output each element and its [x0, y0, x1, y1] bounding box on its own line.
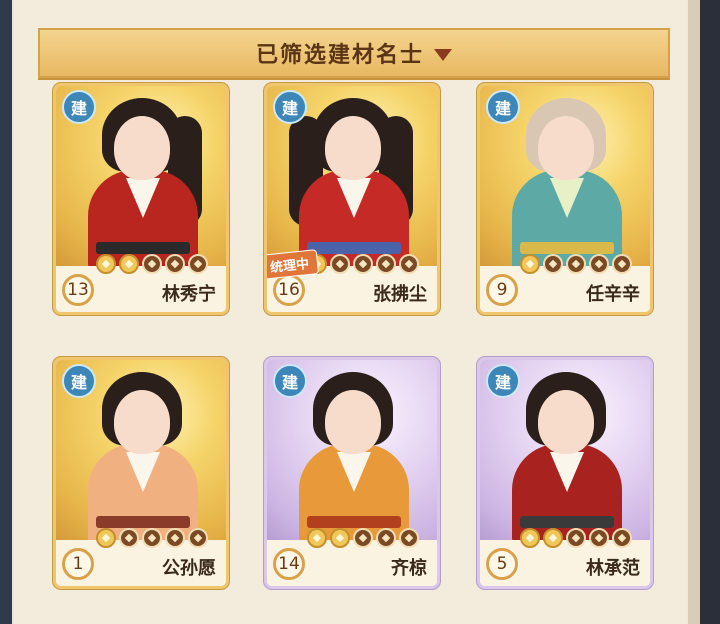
star-icon [142, 528, 162, 548]
character-name: 公孙愿 [162, 558, 216, 579]
star-icon [543, 528, 563, 548]
character-card[interactable]: 建 9 任辛辛 [477, 83, 653, 315]
character-name: 齐椋 [391, 558, 427, 579]
star-icon [165, 528, 185, 548]
header-title: 已筛选建材名士 [255, 43, 424, 68]
star-icon [399, 528, 419, 548]
star-rating [520, 254, 632, 274]
level-badge: 14 [273, 548, 305, 580]
star-icon [566, 528, 586, 548]
character-card[interactable]: 建 5 林承范 [477, 357, 653, 589]
star-icon [96, 528, 116, 548]
star-icon [119, 254, 139, 274]
star-icon [520, 254, 540, 274]
star-icon [589, 254, 609, 274]
character-name: 任辛辛 [586, 284, 640, 305]
dropdown-arrow-icon[interactable] [434, 49, 452, 61]
build-badge-icon: 建 [486, 364, 520, 398]
build-badge-icon: 建 [273, 364, 307, 398]
star-icon [119, 528, 139, 548]
level-badge: 1 [62, 548, 94, 580]
star-rating [307, 254, 419, 274]
star-rating [96, 254, 208, 274]
level-badge: 16 [273, 274, 305, 306]
star-icon [188, 528, 208, 548]
character-card[interactable]: 建 13 林秀宁 [53, 83, 229, 315]
filter-header[interactable]: 已筛选建材名士 [38, 28, 670, 78]
build-badge-icon: 建 [486, 90, 520, 124]
build-badge-icon: 建 [273, 90, 307, 124]
star-icon [353, 528, 373, 548]
star-icon [612, 528, 632, 548]
game-screen: 已筛选建材名士 建 13 林秀宁 建 16 张拂尘 统理中 建 9 任辛辛 建 … [0, 0, 720, 624]
build-badge-icon: 建 [62, 90, 96, 124]
level-badge: 5 [486, 548, 518, 580]
character-name: 林秀宁 [162, 284, 216, 305]
character-name: 张拂尘 [373, 284, 427, 305]
star-icon [353, 254, 373, 274]
star-icon [612, 254, 632, 274]
star-icon [142, 254, 162, 274]
level-badge: 9 [486, 274, 518, 306]
level-badge: 13 [62, 274, 94, 306]
star-icon [589, 528, 609, 548]
character-card[interactable]: 建 14 齐椋 [264, 357, 440, 589]
build-badge-icon: 建 [62, 364, 96, 398]
star-icon [399, 254, 419, 274]
character-card[interactable]: 建 16 张拂尘 统理中 [264, 83, 440, 315]
star-icon [307, 528, 327, 548]
star-icon [376, 254, 396, 274]
star-icon [165, 254, 185, 274]
star-rating [96, 528, 208, 548]
star-icon [330, 254, 350, 274]
character-name: 林承范 [586, 558, 640, 579]
star-icon [543, 254, 563, 274]
star-icon [376, 528, 396, 548]
star-icon [520, 528, 540, 548]
star-icon [188, 254, 208, 274]
star-icon [96, 254, 116, 274]
character-card[interactable]: 建 1 公孙愿 [53, 357, 229, 589]
star-rating [520, 528, 632, 548]
star-icon [566, 254, 586, 274]
star-rating [307, 528, 419, 548]
star-icon [330, 528, 350, 548]
